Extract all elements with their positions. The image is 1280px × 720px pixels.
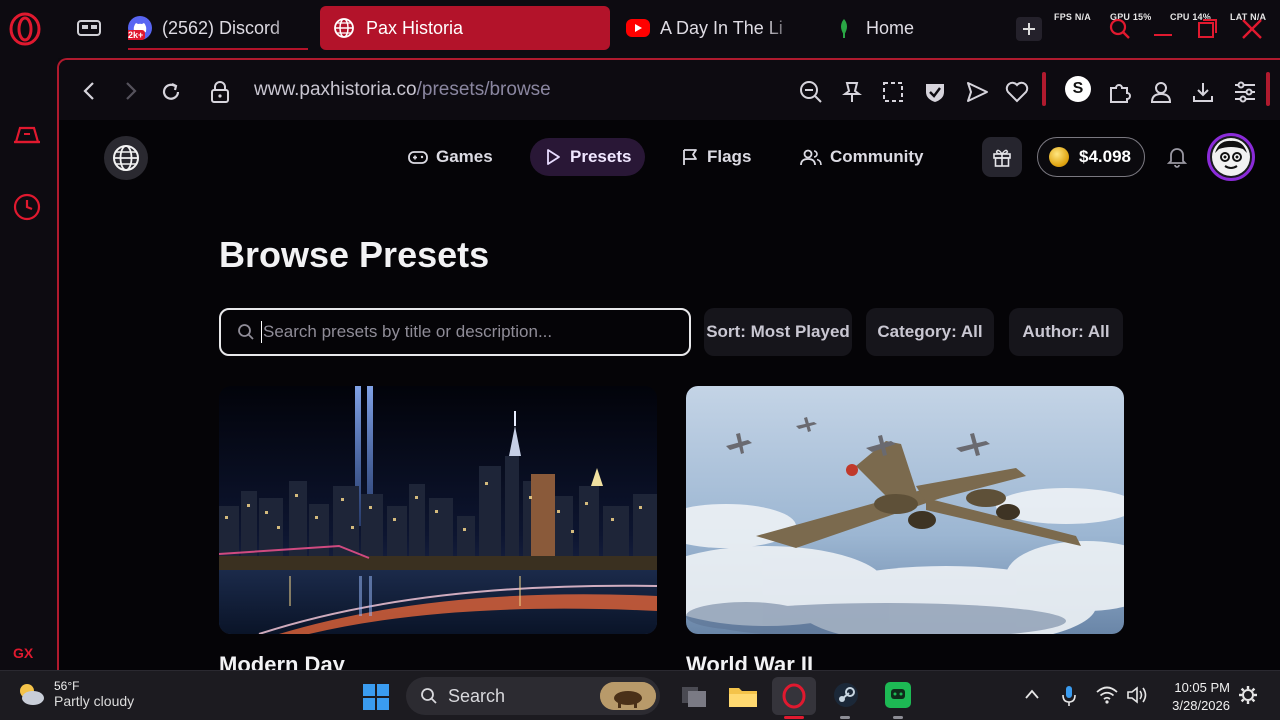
preset-thumbnail [219,386,657,634]
tab-youtube[interactable]: A Day In The Li [626,6,802,50]
app-green-icon[interactable] [884,681,912,709]
search-placeholder: Search presets by title or description..… [263,322,553,341]
reload-icon[interactable] [159,80,183,104]
gift-icon[interactable] [982,137,1022,177]
flag-icon [683,149,697,165]
notification-badge: 2k+ [128,30,146,40]
youtube-icon [626,19,650,37]
fps-stat: FPS N/A [1054,12,1091,22]
windows-start-icon[interactable] [362,683,390,711]
coin-icon [1049,147,1069,167]
weather-widget[interactable]: 56°F Partly cloudy [16,679,134,709]
zoom-out-icon[interactable] [799,80,823,104]
preset-card-world-war-ii[interactable] [686,386,1124,634]
site-logo-globe-icon[interactable] [104,136,148,180]
search-icon [238,324,254,340]
account-icon[interactable] [1149,80,1173,104]
nav-presets[interactable]: Presets [530,138,646,176]
new-tab-button[interactable] [1016,17,1042,41]
globe-icon [332,16,356,40]
notifications-gear-icon[interactable] [1238,685,1258,705]
sort-dropdown[interactable]: Sort: Most Played [704,308,852,356]
workspace-icon[interactable] [74,16,104,42]
heart-icon[interactable] [1005,80,1029,104]
system-clock[interactable]: 10:05 PM 3/28/2026 [1160,679,1230,715]
screen: 2k+ (2562) Discord Pax Historia A Day In… [0,0,1280,720]
preset-card-modern-day[interactable] [219,386,657,634]
avatar[interactable] [1207,133,1255,181]
history-icon[interactable] [12,192,42,222]
preset-title: Modern Day [219,652,345,670]
address-bar: www.paxhistoria.co/presets/browse S [59,60,1280,120]
play-icon [547,149,560,165]
tab-label: (2562) Discord [162,17,281,38]
pax-historia-page: Games Presets Flags Community $4.098 Bro… [59,120,1280,670]
opera-gx-logo-icon[interactable] [8,12,42,46]
extension-s-icon[interactable]: S [1065,76,1091,102]
tab-label: Home [866,17,915,38]
browser-window: www.paxhistoria.co/presets/browse S Game… [57,58,1280,670]
tab-pax-historia[interactable]: Pax Historia [320,6,610,50]
file-explorer-icon[interactable] [728,683,758,709]
send-icon[interactable] [965,80,989,104]
browser-sidebar: GX ••• [0,58,58,710]
lock-icon[interactable] [209,80,231,104]
author-dropdown[interactable]: Author: All [1009,308,1123,356]
preset-title: World War II [686,652,814,670]
gx-control-icon[interactable] [12,120,42,148]
extensions-icon[interactable] [1107,80,1133,104]
gx-label[interactable]: GX [13,645,33,661]
gamepad-icon [408,151,428,164]
taskbar-search[interactable]: Search [406,677,660,715]
minimize-icon[interactable] [1152,17,1174,41]
chevron-up-icon[interactable] [1024,687,1040,701]
wifi-icon[interactable] [1096,685,1118,705]
forward-icon[interactable] [119,80,141,102]
preset-search-input[interactable]: Search presets by title or description..… [219,308,691,356]
page-title: Browse Presets [219,234,490,275]
taskbar: 56°F Partly cloudy Search 10:05 PM 3/28/… [0,670,1280,720]
tab-bar: 2k+ (2562) Discord Pax Historia A Day In… [0,0,1280,58]
search-highlight-image [600,682,656,710]
tab-label: Pax Historia [366,17,464,38]
weather-cloud-icon [20,684,44,705]
task-view-icon[interactable] [680,683,708,709]
discord-icon: 2k+ [128,16,152,40]
easy-setup-icon[interactable] [1233,80,1257,104]
tab-home[interactable]: Home [832,6,972,50]
back-icon[interactable] [79,80,101,102]
users-icon [800,149,822,166]
search-icon [421,688,437,704]
volume-icon[interactable] [1126,685,1148,705]
download-icon[interactable] [1191,80,1215,104]
url-field[interactable]: www.paxhistoria.co/presets/browse [254,79,551,101]
nav-community[interactable]: Community [786,138,938,176]
bell-icon[interactable] [1167,146,1187,168]
tab-discord[interactable]: 2k+ (2562) Discord [128,6,308,50]
coin-balance[interactable]: $4.098 [1037,137,1145,177]
tab-search-icon[interactable] [1108,17,1132,41]
steam-icon[interactable] [832,681,860,709]
close-icon[interactable] [1240,17,1264,41]
maximize-icon[interactable] [1196,17,1218,41]
leaf-icon [832,16,856,40]
tab-label: A Day In The Li [660,17,783,38]
pin-icon[interactable] [841,80,863,104]
nav-games[interactable]: Games [394,138,507,176]
opera-gx-taskbar-icon[interactable] [772,677,816,715]
category-dropdown[interactable]: Category: All [866,308,994,356]
snapshot-icon[interactable] [881,80,905,104]
preset-thumbnail [686,386,1124,634]
nav-flags[interactable]: Flags [667,138,765,176]
shield-check-icon[interactable] [923,80,947,104]
microphone-icon[interactable] [1060,685,1078,707]
text-caret [261,321,262,343]
